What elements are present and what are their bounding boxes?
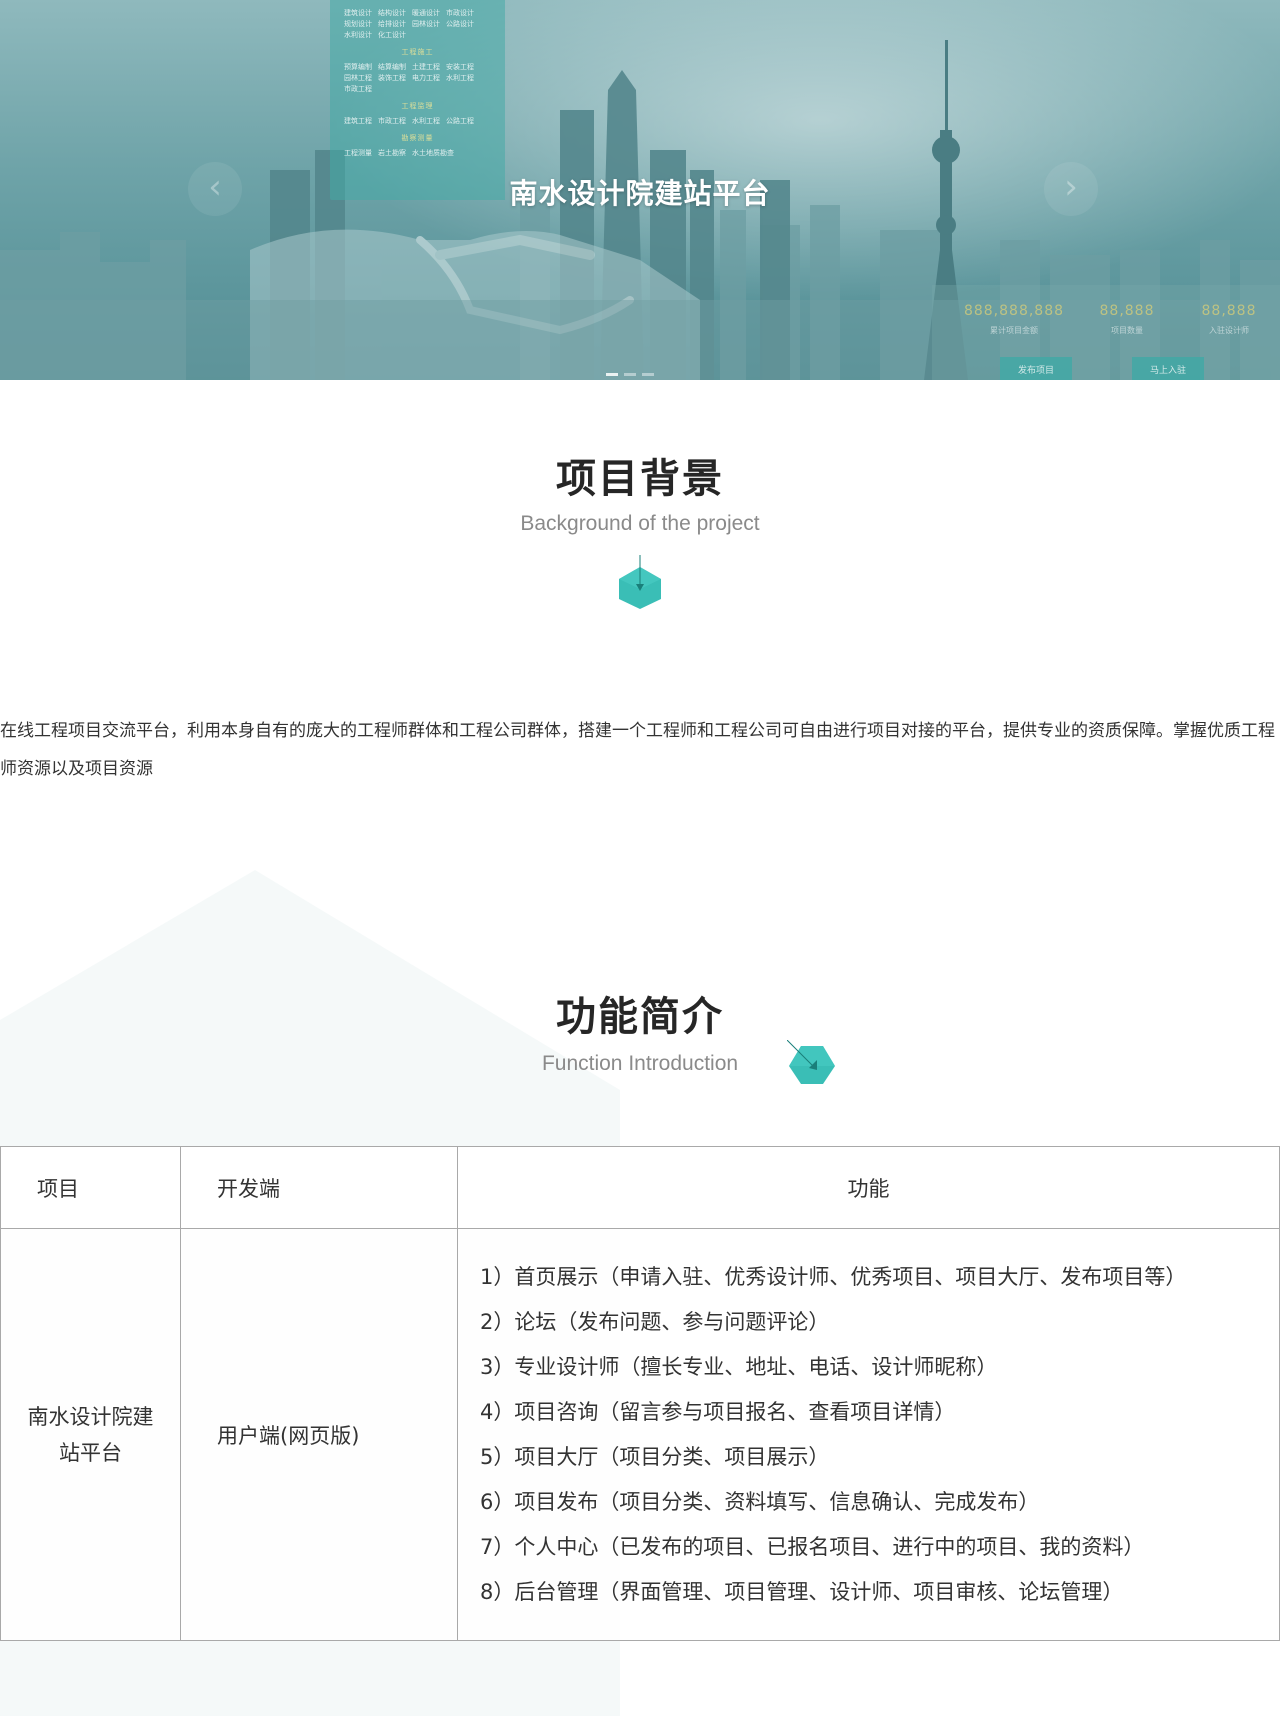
menu-item[interactable]: 水利设计 [344,30,372,41]
menu-row: 建筑工程 市政工程 水利工程 公路工程 [344,116,491,127]
carousel-dot[interactable] [642,373,654,376]
feature-item: 5）项目大厅（项目分类、项目展示） [480,1444,830,1469]
feature-item: 4）项目咨询（留言参与项目报名、查看项目详情） [480,1399,956,1424]
menu-row: 市政工程 [344,84,491,95]
menu-item[interactable]: 园林工程 [344,73,372,84]
menu-item[interactable]: 化工设计 [378,30,406,41]
background-section-title: 项目背景 [556,456,724,502]
menu-item[interactable]: 安装工程 [446,62,474,73]
menu-item[interactable]: 市政设计 [446,8,474,19]
menu-item[interactable]: 预算编制 [344,62,372,73]
menu-row: 预算编制 结算编制 土建工程 安装工程 [344,62,491,73]
menu-item[interactable]: 水利工程 [412,116,440,127]
background-description: 在线工程项目交流平台，利用本身自有的庞大的工程师群体和工程公司群体，搭建一个工程… [0,721,1275,779]
column-header-features: 功能 [457,1146,1280,1229]
menu-item[interactable]: 市政工程 [378,116,406,127]
feature-item: 7）个人中心（已发布的项目、已报名项目、进行中的项目、我的资料） [480,1534,1145,1559]
menu-row: 建筑设计 结构设计 暖通设计 市政设计 [344,8,491,19]
menu-item[interactable]: 规划设计 [344,19,372,30]
menu-item[interactable]: 建筑工程 [344,116,372,127]
hexagon-arrow-icon [619,555,661,609]
menu-item[interactable]: 建筑设计 [344,8,372,19]
menu-item[interactable]: 给排设计 [378,19,406,30]
carousel-indicators [606,373,654,376]
carousel-dot[interactable] [624,373,636,376]
function-section-title: 功能简介 [556,994,724,1040]
menu-item[interactable]: 土建工程 [412,62,440,73]
menu-section-title: 工程施工 [401,48,434,56]
function-table: 项目 开发端 功能 南水设计院建站平台 用户端(网页版) 1）首页展示（申请入驻… [0,1146,1280,1641]
menu-item[interactable]: 水土地质勘查 [412,148,454,159]
menu-row: 规划设计 给排设计 园林设计 公路设计 [344,19,491,30]
menu-item[interactable]: 公路设计 [446,19,474,30]
menu-item[interactable]: 岩土勘察 [378,148,406,159]
menu-row: 园林工程 装饰工程 电力工程 水利工程 [344,73,491,84]
menu-item[interactable]: 结算编制 [378,62,406,73]
feature-item: 1）首页展示（申请入驻、优秀设计师、优秀项目、项目大厅、发布项目等） [480,1264,1187,1289]
feature-item: 3）专业设计师（擅长专业、地址、电话、设计师昵称） [480,1354,998,1379]
menu-item[interactable]: 装饰工程 [378,73,406,84]
stat-label: 项目数量 [1111,326,1143,335]
menu-item[interactable]: 水利工程 [446,73,474,84]
stat-project-count: 88,888 项目数量 [1092,303,1162,336]
cell-project-name: 南水设计院建站平台 [0,1228,181,1641]
table-row: 南水设计院建站平台 用户端(网页版) 1）首页展示（申请入驻、优秀设计师、优秀项… [0,1228,1280,1641]
stat-value: 88,888 [1099,303,1155,319]
feature-item: 2）论坛（发布问题、参与问题评论） [480,1309,830,1334]
menu-item[interactable]: 园林设计 [412,19,440,30]
join-now-button[interactable]: 马上入驻 [1132,357,1205,380]
stat-designer-count: 88,888 入驻设计师 [1184,303,1274,336]
publish-project-button[interactable]: 发布项目 [1000,357,1073,380]
menu-item[interactable]: 市政工程 [344,84,372,95]
feature-item: 8）后台管理（界面管理、项目管理、设计师、项目审核、论坛管理） [480,1579,1124,1604]
hexagon-arrow-icon [787,1040,835,1084]
column-header-project: 项目 [0,1146,181,1229]
menu-item[interactable]: 暖通设计 [412,8,440,19]
function-section-subtitle: Function Introduction [541,1052,739,1075]
menu-item[interactable]: 工程测量 [344,148,372,159]
carousel-dot[interactable] [606,373,618,376]
hero-banner: 建筑设计 结构设计 暖通设计 市政设计 规划设计 给排设计 园林设计 公路设计 … [0,0,1280,380]
stats-panel: 888,888,888 累计项目金额 88,888 项目数量 88,888 入驻… [932,285,1280,380]
menu-item[interactable]: 结构设计 [378,8,406,19]
menu-section-title: 工程监理 [401,102,434,110]
stat-label: 入驻设计师 [1209,326,1249,335]
menu-item[interactable]: 电力工程 [412,73,440,84]
menu-item[interactable]: 公路工程 [446,116,474,127]
category-menu-panel: 建筑设计 结构设计 暖通设计 市政设计 规划设计 给排设计 园林设计 公路设计 … [330,0,505,200]
stat-value: 88,888 [1201,303,1257,319]
feature-item: 6）项目发布（项目分类、资料填写、信息确认、完成发布） [480,1489,1040,1514]
menu-section-title: 勘察测量 [401,134,434,142]
table-header-row: 项目 开发端 功能 [0,1146,1280,1229]
stat-label: 累计项目金额 [990,326,1038,335]
cell-platform: 用户端(网页版) [180,1228,458,1641]
background-section-subtitle: Background of the project [520,512,760,535]
cell-features: 1）首页展示（申请入驻、优秀设计师、优秀项目、项目大厅、发布项目等） 2）论坛（… [457,1228,1280,1641]
hero-title: 南水设计院建站平台 [509,177,771,210]
menu-row: 水利设计 化工设计 [344,30,491,41]
stat-total-amount: 888,888,888 累计项目金额 [954,303,1074,336]
column-header-platform: 开发端 [180,1146,458,1229]
stat-value: 888,888,888 [963,303,1065,319]
menu-row: 工程测量 岩土勘察 水土地质勘查 [344,148,491,159]
